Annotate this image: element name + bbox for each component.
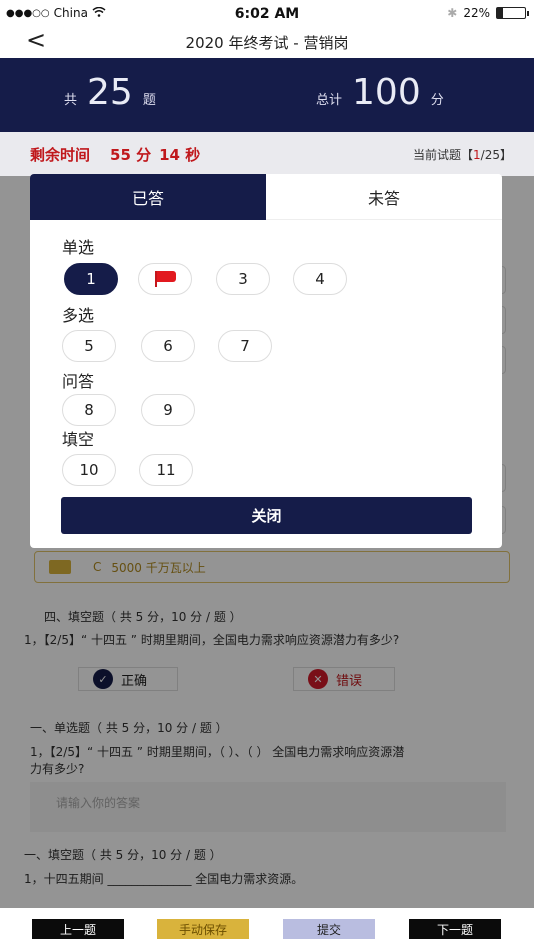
remaining-minutes: 55 分: [110, 146, 152, 164]
manual-save-button[interactable]: 手动保存: [157, 919, 249, 939]
bluetooth-icon: ✱: [447, 6, 458, 20]
question-chip-8[interactable]: 8: [62, 394, 116, 426]
question-chip-10[interactable]: 10: [62, 454, 116, 486]
prev-question-button[interactable]: 上一题: [32, 919, 124, 939]
tab-unanswered[interactable]: 未答: [266, 174, 502, 220]
question-chip-flagged[interactable]: [138, 263, 192, 295]
answer-card-modal: 已答 未答 单选 1 3 4 多选 5 6 7 问答 8 9 填空 10 11 …: [30, 174, 502, 548]
question-chip-7[interactable]: 7: [218, 330, 272, 362]
remaining-time-label: 剩余时间: [30, 146, 91, 164]
next-question-button[interactable]: 下一题: [409, 919, 501, 939]
bottom-action-bar: 上一题 手动保存 提交 下一题: [0, 908, 534, 950]
total-suffix: 题: [142, 93, 156, 108]
submit-button[interactable]: 提交: [283, 919, 375, 939]
page-title: 2020 年终考试 - 营销岗: [185, 34, 349, 52]
section-essay: 问答: [62, 372, 95, 391]
tab-answered[interactable]: 已答: [30, 174, 266, 220]
answer-tabs: 已答 未答: [30, 174, 502, 220]
question-chip-1[interactable]: 1: [64, 263, 118, 295]
question-chip-9[interactable]: 9: [141, 394, 195, 426]
battery-percent: 22%: [463, 6, 490, 20]
timer-bar: 剩余时间 55 分 14 秒 当前试题【1/25】: [0, 132, 534, 176]
nav-bar: < 2020 年终考试 - 营销岗: [0, 26, 534, 58]
flag-icon: [154, 271, 176, 287]
battery-icon: [496, 7, 529, 19]
question-chip-4[interactable]: 4: [293, 263, 347, 295]
section-multiple-choice: 多选: [62, 306, 95, 325]
question-chip-5[interactable]: 5: [62, 330, 116, 362]
question-chip-6[interactable]: 6: [141, 330, 195, 362]
section-fill-blank: 填空: [62, 430, 95, 449]
question-chip-3[interactable]: 3: [216, 263, 270, 295]
score-prefix: 总计: [316, 93, 343, 108]
section-single-choice: 单选: [62, 238, 95, 257]
close-button[interactable]: 关闭: [61, 497, 472, 534]
question-chip-11[interactable]: 11: [139, 454, 193, 486]
total-score: 100: [352, 72, 421, 113]
total-prefix: 共: [64, 93, 78, 108]
current-question-indicator: 当前试题【1/25】: [413, 148, 512, 162]
score-suffix: 分: [430, 93, 444, 108]
remaining-seconds: 14 秒: [159, 146, 201, 164]
question-count: 25: [87, 72, 133, 113]
exam-summary: 共 25 题 总计 100 分: [0, 58, 534, 132]
status-bar: ●●●○○ China 6:02 AM ✱ 22%: [0, 0, 534, 28]
